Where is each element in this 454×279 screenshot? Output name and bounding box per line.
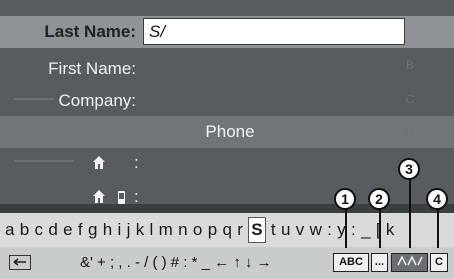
address-entry-screen: Last Name: S/ First Name: Company: Phone… — [0, 0, 454, 279]
home-icon — [92, 154, 106, 172]
mobile-phone-icon — [118, 189, 125, 204]
callout-leader-3 — [409, 170, 411, 248]
phone-row[interactable]: Phone — [0, 116, 454, 148]
callout-1: 1 — [334, 188, 356, 210]
phone-label: Phone — [205, 122, 255, 141]
side-letter: B — [405, 58, 414, 72]
watermark-line — [14, 98, 54, 100]
side-letter: D — [405, 124, 415, 138]
contact-form: Last Name: S/ First Name: Company: Phone… — [0, 0, 454, 206]
more-characters-button[interactable]: ... — [371, 253, 388, 272]
abc-button[interactable]: ABC — [333, 253, 369, 272]
callout-4: 4 — [426, 188, 448, 210]
chars-after[interactable]: t u v w : y : _ [ k — [271, 220, 395, 239]
back-icon[interactable] — [9, 255, 31, 270]
character-set-switch-button[interactable] — [391, 253, 428, 272]
home-icon — [92, 188, 106, 206]
side-letter: C — [405, 92, 415, 106]
chars-before[interactable]: a b c d e f g h i j k l m n o p q r — [5, 220, 243, 239]
first-name-row[interactable]: First Name: — [0, 56, 454, 82]
company-label: Company: — [58, 91, 136, 110]
bottom-toolbar: &' + ; , . - / ( ) # : * _ ← ↑ ↓ → ABC .… — [0, 247, 454, 279]
company-row[interactable]: Company: — [0, 88, 454, 114]
callout-3: 3 — [398, 158, 420, 180]
symbol-list[interactable]: &' + ; , . - / ( ) # : * _ ← ↑ ↓ → — [80, 247, 272, 279]
character-list[interactable]: a b c d e f g h i j k l m n o p q r S t … — [5, 213, 395, 247]
first-name-label: First Name: — [48, 59, 136, 78]
home-phone-colon: : — [134, 153, 139, 172]
callout-2: 2 — [368, 188, 390, 210]
home-phone-row[interactable]: : — [0, 152, 454, 174]
home-mobile-colon: : — [134, 187, 139, 206]
delete-c-button[interactable]: C — [430, 253, 448, 272]
character-bar[interactable]: a b c d e f g h i j k l m n o p q r S t … — [0, 213, 454, 247]
last-name-input[interactable]: S/ — [143, 18, 405, 45]
last-name-row[interactable]: Last Name: S/ — [0, 16, 454, 48]
watermark-line — [14, 160, 74, 162]
selected-char[interactable]: S — [248, 217, 266, 243]
last-name-label: Last Name: — [44, 22, 136, 41]
